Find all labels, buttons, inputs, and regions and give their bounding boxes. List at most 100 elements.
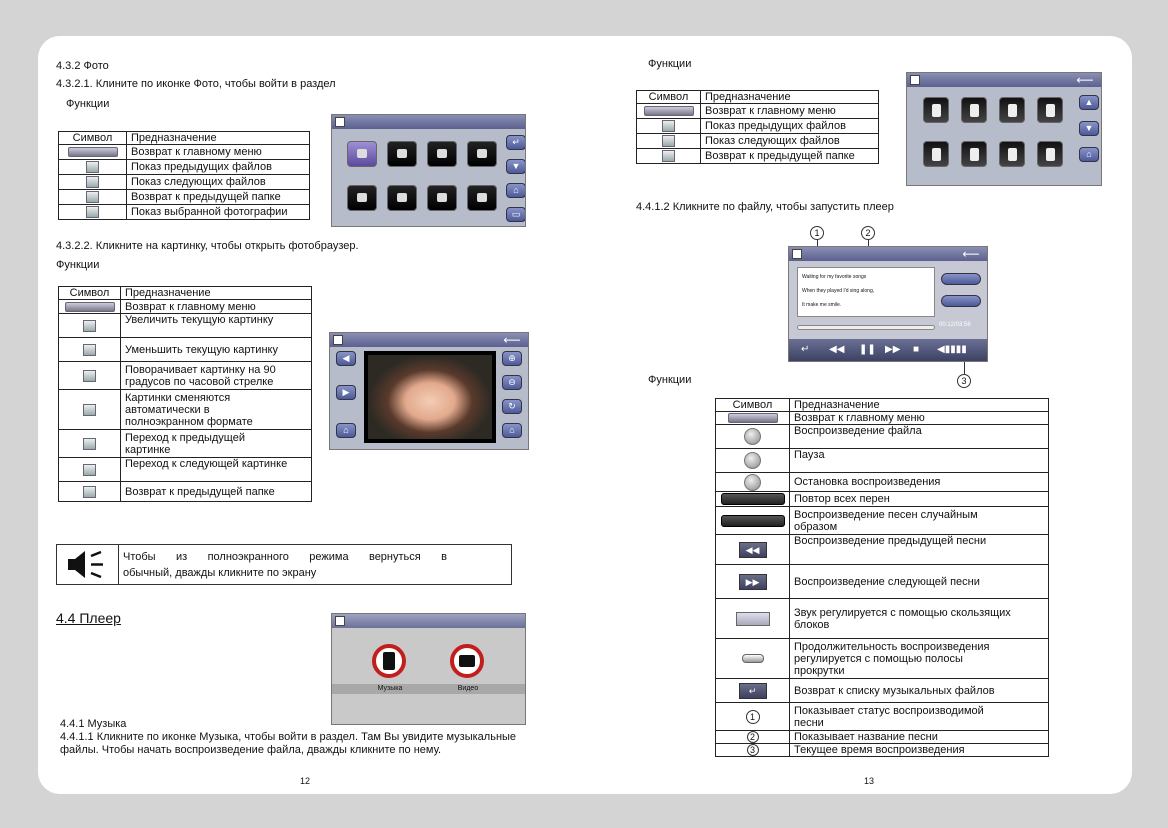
down-arrow-icon: ▼	[1079, 121, 1099, 136]
photo-grid-screen: ↵ ▼ ⌂ ▭	[331, 114, 526, 227]
section-heading-4322: 4.3.2.2. Кликните на картинку, чтобы отк…	[56, 240, 359, 252]
table-cell: Остановка воспроизведения	[789, 472, 1049, 492]
header-symbol: Символ	[636, 90, 701, 104]
table-cell: Возврат к главному меню	[789, 411, 1049, 425]
screen-menu-icon	[335, 616, 345, 626]
slideshow-icon	[83, 403, 96, 416]
pause-icon	[744, 452, 761, 469]
functions-label: Функции	[648, 374, 692, 386]
next-picture-icon	[83, 463, 96, 476]
table-cell: Текущее время воспроизведения	[789, 743, 1049, 758]
zoom-out-icon	[83, 343, 96, 356]
music-icon	[372, 644, 406, 678]
player-functions-table: Символ Предназначение Возврат к главному …	[715, 398, 1049, 758]
screen-title-bar	[907, 73, 1101, 87]
photo-thumbnail	[347, 141, 377, 167]
next-song-icon: ▶▶	[738, 573, 767, 590]
music-files-table: Символ Предназначение Возврат к главному …	[636, 90, 879, 164]
screen-title-bar	[789, 247, 987, 261]
photo-thumbnail	[387, 141, 417, 167]
table-cell: Воспроизведение предыдущей песни	[789, 534, 1049, 565]
callout-3-symbol: 3	[746, 744, 759, 757]
folder-up-icon	[86, 191, 99, 204]
screen-menu-icon	[792, 249, 802, 259]
section-4411-line1: 4.4.1.1 Кликните по иконке Музыка, чтобы…	[60, 731, 517, 743]
callout-line	[964, 362, 965, 374]
controls-bar: ↵ ◀◀ ❚❚ ▶▶ ■ ◀▮▮▮▮	[789, 339, 987, 361]
screen-menu-icon	[910, 75, 920, 85]
section-4411-line2: файлы. Чтобы начать воспроизведение файл…	[60, 744, 442, 756]
table-cell: Показывает название песни	[789, 729, 1049, 745]
zoom-in-icon: ⊕	[502, 351, 522, 366]
back-arrow-icon: ⟵	[962, 247, 980, 261]
next-files-icon	[662, 135, 675, 148]
previous-song-icon: ◀◀	[738, 541, 767, 558]
header-purpose: Предназначение	[120, 286, 312, 300]
rotate-icon	[83, 369, 96, 382]
section-heading-44: 4.4 Плеер	[56, 610, 121, 626]
lyrics-line: It make me smile.	[802, 302, 842, 308]
lyrics-line: When they played I'd sing along,	[802, 288, 875, 294]
music-file-thumbnail	[923, 97, 949, 123]
show-icon: ▭	[506, 207, 525, 222]
functions-label: Функции	[66, 98, 110, 110]
up-arrow-icon: ▲	[1079, 95, 1099, 110]
music-label[interactable]: Музыка	[368, 684, 412, 694]
repeat-button[interactable]	[941, 273, 981, 285]
back-arrow-icon	[67, 147, 118, 158]
header-symbol: Символ	[58, 131, 127, 145]
repeat-all-icon	[720, 493, 785, 506]
header-purpose: Предназначение	[700, 90, 879, 104]
prev-icon: ◀	[336, 351, 356, 366]
table-cell: Возврат к предыдущей папке	[700, 148, 879, 164]
functions-label: Функции	[648, 58, 692, 70]
table-cell: Звук регулируется с помощью скользящих бл…	[789, 598, 1049, 639]
music-player-screen: ⟵ Waiting for my favorite songs When the…	[788, 246, 988, 362]
section-heading-4412: 4.4.1.2 Кликните по файлу, чтобы запусти…	[636, 201, 894, 213]
progress-bar[interactable]	[797, 325, 935, 330]
pause-icon[interactable]: ❚❚	[859, 339, 876, 361]
table-cell: Воспроизведение следующей песни	[789, 564, 1049, 599]
shuffle-button[interactable]	[941, 295, 981, 307]
screen-title-bar	[332, 115, 525, 129]
table-cell: Показ следующих файлов	[126, 174, 310, 190]
rewind-icon[interactable]: ◀◀	[829, 339, 844, 361]
prev-files-icon	[86, 161, 99, 174]
table-cell: Возврат к главному меню	[126, 144, 310, 160]
table-cell: Показывает статус воспроизводимой песни	[789, 702, 1049, 731]
table-cell: Переход к следующей картинке	[120, 457, 312, 482]
back-arrow-icon	[643, 106, 694, 117]
volume-icon[interactable]: ◀▮▮▮▮	[937, 339, 967, 361]
back-icon: ↵	[506, 135, 525, 150]
table-cell: Показ выбранной фотографии	[126, 204, 310, 220]
seek-bar-icon	[741, 654, 764, 664]
return-list-icon: ↵	[738, 682, 767, 699]
table-cell: Возврат к главному меню	[700, 103, 879, 119]
table-cell: Показ предыдущих файлов	[700, 118, 879, 134]
player-menu-screen: Музыка Видео	[331, 613, 526, 725]
table-cell: Воспроизведение файла	[789, 424, 1049, 449]
return-list-icon[interactable]: ↵	[801, 339, 809, 361]
photo-viewer-screen: ⟵ ◀ ▶ ⌂ ⊕ ⊖ ↻ ⌂	[329, 332, 529, 450]
video-label[interactable]: Видео	[446, 684, 490, 694]
table-cell: Возврат к предыдущей папке	[126, 189, 310, 205]
header-purpose: Предназначение	[789, 398, 1049, 412]
forward-icon[interactable]: ▶▶	[885, 339, 900, 361]
back-arrow-icon: ⟵	[1076, 73, 1094, 87]
table-cell: Показ следующих файлов	[700, 133, 879, 149]
stop-icon[interactable]: ■	[913, 339, 919, 361]
callout-3: 3	[957, 374, 971, 388]
callout-2: 2	[861, 226, 875, 240]
callout-1: 1	[810, 226, 824, 240]
table-cell: Продолжительность воспроизведения регулир…	[789, 638, 1049, 679]
play-time: 00:12/03:56	[939, 322, 971, 328]
screen-menu-icon	[335, 117, 345, 127]
zoom-out-icon: ⊖	[502, 375, 522, 390]
stop-icon	[744, 473, 761, 491]
photo-thumbnail	[387, 185, 417, 211]
play-icon: ▶	[336, 385, 356, 400]
folder-up-icon	[83, 485, 96, 498]
photo-thumbnail	[467, 141, 497, 167]
zoom-in-icon	[83, 319, 96, 332]
child-photo	[368, 355, 492, 439]
